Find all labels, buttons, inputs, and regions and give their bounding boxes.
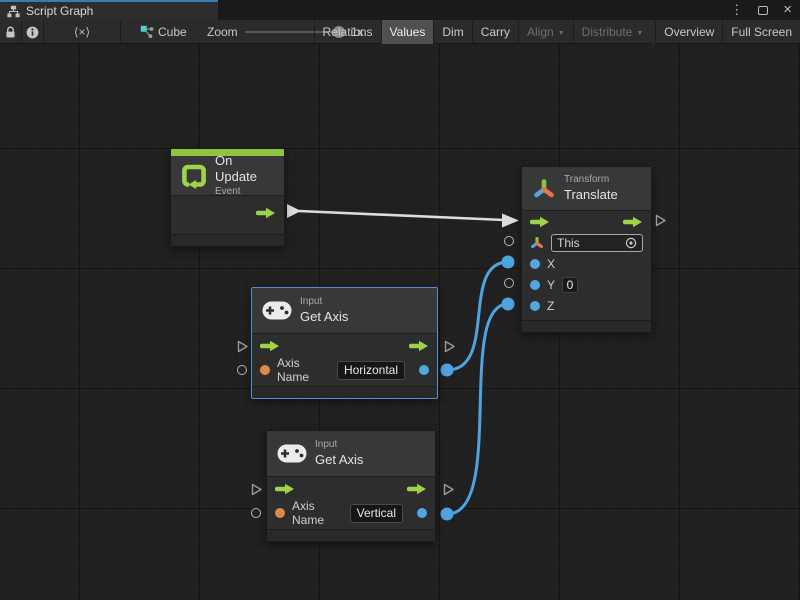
control-output-port[interactable] <box>407 483 427 495</box>
title-bar: Script Graph ⋮ × <box>0 0 800 20</box>
value-port-x[interactable] <box>530 259 540 269</box>
script-graph-window: Script Graph ⋮ × <box>0 0 800 600</box>
y-value-field[interactable]: 0 <box>562 277 578 293</box>
value-port-z[interactable] <box>530 301 540 311</box>
info-button[interactable] <box>22 20 43 44</box>
value-port-y[interactable] <box>530 280 540 290</box>
lock-button[interactable] <box>0 20 21 44</box>
ext-port-gav-axis-in[interactable] <box>251 508 261 518</box>
align-dropdown[interactable]: Align ▼ <box>518 20 573 44</box>
loop-arrow-icon <box>181 163 207 189</box>
overview-button[interactable]: Overview <box>655 20 722 44</box>
maximize-icon[interactable] <box>758 6 768 15</box>
target-object-label[interactable]: Cube <box>158 20 187 44</box>
control-output-port[interactable] <box>256 207 276 219</box>
axis-name-label: Axis Name <box>277 356 330 384</box>
ext-port-translate-this[interactable] <box>504 236 514 246</box>
ext-port-gah-flow-in[interactable] <box>236 340 249 353</box>
zoom-label: Zoom <box>207 20 238 44</box>
ext-port-gah-axis-in[interactable] <box>237 365 247 375</box>
chevron-down-icon: ▼ <box>558 30 565 37</box>
kebab-menu-icon[interactable]: ⋮ <box>730 0 743 20</box>
tab-title: Script Graph <box>26 4 93 18</box>
node-footer <box>522 320 651 332</box>
dim-button[interactable]: Dim <box>433 20 471 44</box>
string-input-port[interactable] <box>260 365 270 375</box>
node-subtitle: Event <box>215 186 274 199</box>
node-get-axis-horizontal[interactable]: Input Get Axis <box>251 287 438 399</box>
carry-button[interactable]: Carry <box>472 20 518 44</box>
node-footer <box>267 529 435 541</box>
node-subtitle: Input <box>300 296 348 309</box>
axis-name-field[interactable]: Vertical <box>350 504 403 523</box>
axis-name-label: Axis Name <box>292 499 343 527</box>
axis-name-field[interactable]: Horizontal <box>337 361 405 380</box>
control-output-port[interactable] <box>623 216 643 228</box>
control-input-port[interactable] <box>275 483 295 495</box>
transform-axis-icon <box>532 177 556 201</box>
transform-axis-mini-icon <box>530 236 544 250</box>
node-translate[interactable]: Transform Translate <box>521 166 652 333</box>
port-label-y: Y <box>547 278 555 292</box>
string-input-port[interactable] <box>275 508 285 518</box>
lock-icon <box>5 26 16 39</box>
values-button[interactable]: Values <box>381 20 434 44</box>
node-on-update[interactable]: On Update Event <box>170 148 285 247</box>
hotkey-hints-button[interactable]: ⟨×⟩ <box>44 20 120 44</box>
node-footer <box>252 386 437 398</box>
target-self-field[interactable]: This <box>551 234 643 252</box>
port-label-z: Z <box>547 299 554 313</box>
fullscreen-button[interactable]: Full Screen <box>722 20 800 44</box>
control-input-port[interactable] <box>530 216 550 228</box>
ext-port-translate-y[interactable] <box>504 278 514 288</box>
float-output-port[interactable] <box>419 365 429 375</box>
info-icon <box>26 26 39 39</box>
graph-toolbar: ⟨×⟩ Cube Zoom 1x Relations Values Dim Ca… <box>0 20 800 44</box>
node-footer <box>171 234 284 246</box>
control-output-port[interactable] <box>409 340 429 352</box>
gamepad-icon <box>262 301 292 320</box>
angle-x-icon: ⟨×⟩ <box>74 25 90 39</box>
distribute-dropdown[interactable]: Distribute ▼ <box>573 20 652 44</box>
relations-button[interactable]: Relations <box>314 20 381 44</box>
ext-port-gah-flow-out[interactable] <box>443 340 456 353</box>
node-title: Get Axis <box>300 309 348 325</box>
node-title: On Update <box>215 153 274 186</box>
gamepad-icon <box>277 444 307 463</box>
node-title: Translate <box>564 187 618 203</box>
ext-port-gav-flow-in[interactable] <box>250 483 263 496</box>
control-input-port[interactable] <box>260 340 280 352</box>
graph-hierarchy-icon <box>7 5 20 18</box>
ext-port-gav-flow-out[interactable] <box>442 483 455 496</box>
port-label-x: X <box>547 257 555 271</box>
chevron-down-icon: ▼ <box>636 30 643 37</box>
node-subtitle: Input <box>315 439 363 452</box>
object-picker-icon[interactable] <box>625 237 637 249</box>
tab-script-graph[interactable]: Script Graph <box>0 0 218 20</box>
ext-port-translate-flow-out[interactable] <box>654 214 667 227</box>
node-subtitle: Transform <box>564 174 618 187</box>
node-get-axis-vertical[interactable]: Input Get Axis <box>266 430 436 542</box>
node-title: Get Axis <box>315 452 363 468</box>
close-icon[interactable]: × <box>783 0 792 20</box>
node-graph-icon <box>139 20 155 44</box>
float-output-port[interactable] <box>417 508 427 518</box>
